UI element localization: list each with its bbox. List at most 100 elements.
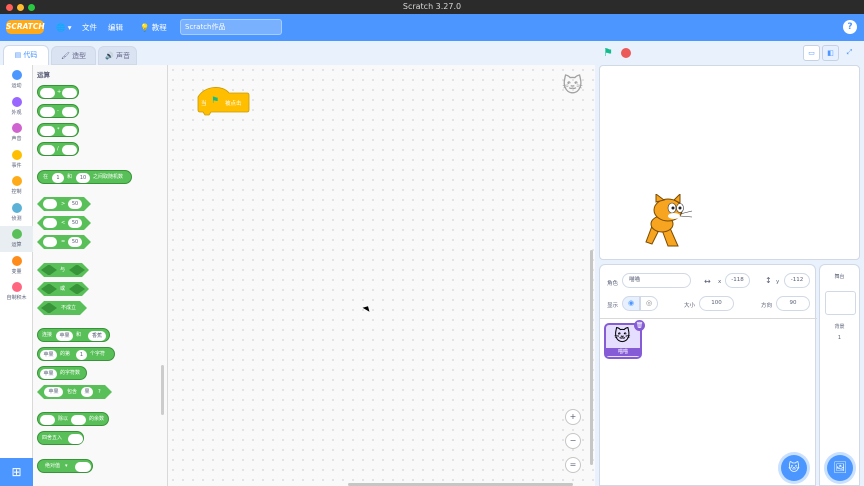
zoom-out-button[interactable]: −: [565, 433, 581, 449]
math-function-dropdown[interactable]: 绝对值: [45, 460, 60, 472]
block-input[interactable]: [40, 125, 55, 136]
random-from-input[interactable]: 1: [52, 172, 64, 183]
block-input[interactable]: [43, 237, 57, 247]
size-input[interactable]: 100: [699, 296, 734, 311]
tab-sounds[interactable]: 🔊 声音: [98, 46, 137, 65]
block-input[interactable]: [41, 265, 57, 275]
category-sensing[interactable]: 侦测: [0, 200, 33, 226]
multiply-block[interactable]: *: [37, 123, 79, 137]
length-of-block[interactable]: 苹果 的字符数: [37, 366, 87, 380]
less-than-block[interactable]: <50: [37, 216, 91, 230]
block-input[interactable]: [43, 199, 57, 209]
block-input[interactable]: [62, 106, 77, 117]
sprite-tile[interactable]: 🐱 喵喵 🗑: [604, 320, 645, 359]
y-input[interactable]: -112: [784, 273, 810, 288]
sprite-name-input[interactable]: 喵喵: [622, 273, 691, 288]
maximize-window-button[interactable]: [28, 3, 35, 11]
category-motion[interactable]: 运动: [0, 67, 33, 93]
hide-sprite-button[interactable]: ◎: [640, 296, 658, 311]
block-input[interactable]: [69, 265, 85, 275]
divide-block[interactable]: /: [37, 142, 79, 156]
block-input[interactable]: [62, 144, 77, 155]
stage-selector[interactable]: 舞台 背景 1 🖼: [819, 264, 860, 486]
mod-block[interactable]: 除以 的余数: [37, 412, 109, 426]
block-input[interactable]: 50: [68, 237, 82, 247]
scratch-logo[interactable]: SCRATCH: [6, 20, 45, 34]
block-input[interactable]: [40, 106, 55, 117]
script-area[interactable]: 当 ⚑ 被点击 🐱 + − =: [168, 65, 595, 486]
category-events[interactable]: 事件: [0, 147, 33, 173]
block-input[interactable]: [40, 144, 55, 155]
letter-index-input[interactable]: 1: [76, 349, 87, 360]
block-input[interactable]: [43, 218, 57, 228]
show-sprite-button[interactable]: ◉: [622, 296, 640, 311]
category-looks[interactable]: 外观: [0, 94, 33, 120]
block-input[interactable]: [40, 87, 55, 98]
join-block[interactable]: 连接 苹果 和 香蕉: [37, 328, 110, 342]
block-input[interactable]: [68, 433, 83, 444]
random-block[interactable]: 在 1 和 10 之间取随机数: [37, 170, 132, 184]
category-sound[interactable]: 声音: [0, 120, 33, 146]
category-variables[interactable]: 变量: [0, 253, 33, 279]
help-button[interactable]: ?: [843, 20, 857, 34]
x-input[interactable]: -118: [725, 273, 750, 288]
vertical-scrollbar[interactable]: [590, 250, 593, 465]
contains-sub-input[interactable]: 果: [81, 387, 93, 397]
zoom-in-button[interactable]: +: [565, 409, 581, 425]
join-input-b[interactable]: 香蕉: [88, 330, 106, 341]
tab-code[interactable]: ▤ 代码: [3, 45, 49, 66]
stage-canvas[interactable]: [599, 65, 860, 260]
zoom-reset-button[interactable]: =: [565, 457, 581, 473]
subtract-block[interactable]: -: [37, 104, 79, 118]
block-input[interactable]: [41, 303, 57, 313]
block-input[interactable]: [41, 284, 57, 294]
fullscreen-button[interactable]: ⤢: [841, 45, 858, 61]
project-title-input[interactable]: [180, 19, 282, 35]
add-extension-button[interactable]: ⊞: [0, 458, 33, 486]
length-string-input[interactable]: 苹果: [40, 368, 57, 379]
palette-scrollbar[interactable]: [161, 365, 164, 415]
tutorials-menu[interactable]: 💡 教程: [140, 14, 167, 41]
add-backdrop-button[interactable]: 🖼: [827, 455, 853, 481]
contains-string-input[interactable]: 苹果: [44, 387, 63, 397]
greater-than-block[interactable]: >50: [37, 197, 91, 211]
when-flag-clicked-block[interactable]: 当 ⚑ 被点击: [197, 85, 250, 117]
small-stage-button[interactable]: ▭: [803, 45, 820, 61]
block-input[interactable]: 50: [68, 218, 82, 228]
stop-button[interactable]: [621, 48, 631, 58]
block-input[interactable]: [62, 125, 77, 136]
letter-string-input[interactable]: 苹果: [40, 349, 57, 360]
random-to-input[interactable]: 10: [76, 172, 90, 183]
edit-menu[interactable]: 编辑: [108, 14, 123, 41]
not-block[interactable]: 不成立: [37, 301, 87, 315]
language-menu[interactable]: 🌐 ▾: [56, 14, 72, 41]
delete-sprite-button[interactable]: 🗑: [634, 320, 645, 331]
direction-input[interactable]: 90: [776, 296, 810, 311]
block-input[interactable]: [69, 284, 85, 294]
equals-block[interactable]: = 50: [37, 235, 91, 249]
file-menu[interactable]: 文件: [82, 14, 97, 41]
join-input-a[interactable]: 苹果: [56, 330, 73, 341]
letter-of-block[interactable]: 苹果 的第 1 个字符: [37, 347, 115, 361]
block-input[interactable]: [75, 461, 91, 472]
minimize-window-button[interactable]: [17, 3, 24, 11]
block-input[interactable]: [62, 87, 77, 98]
contains-block[interactable]: 苹果 包含 果 ?: [37, 385, 112, 399]
and-block[interactable]: 与: [37, 263, 89, 277]
category-operators[interactable]: 运算: [0, 226, 33, 252]
stage-thumbnail[interactable]: [825, 291, 856, 315]
close-window-button[interactable]: [6, 3, 13, 11]
large-stage-button[interactable]: ◧: [822, 45, 839, 61]
green-flag-button[interactable]: ⚑: [603, 46, 613, 59]
round-block[interactable]: 四舍五入: [37, 431, 84, 445]
math-function-block[interactable]: 绝对值 ▾: [37, 459, 93, 473]
block-input[interactable]: [40, 414, 55, 425]
category-my-blocks[interactable]: 自制积木: [0, 279, 33, 305]
category-control[interactable]: 控制: [0, 173, 33, 199]
cat-sprite[interactable]: [638, 194, 696, 252]
block-input[interactable]: [71, 414, 86, 425]
block-input[interactable]: 50: [68, 199, 82, 209]
or-block[interactable]: 或: [37, 282, 89, 296]
add-block[interactable]: +: [37, 85, 79, 99]
tab-costumes[interactable]: 🖌 造型: [51, 46, 96, 65]
